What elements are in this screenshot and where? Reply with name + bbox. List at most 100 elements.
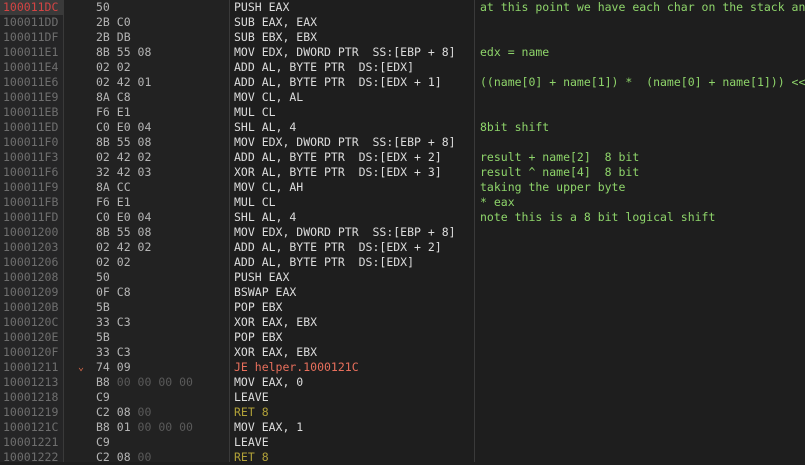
instruction-row[interactable]: 100011EB F6 E1 MUL CL xyxy=(0,105,805,120)
address: 1000120E xyxy=(3,330,59,344)
instruction-row[interactable]: 100011F9 8A CC MOV CL, AH taking the upper … xyxy=(0,180,805,195)
instruction-row[interactable]: 10001209 0F C8 BSWAP EAX xyxy=(0,285,805,300)
address: 100011E1 xyxy=(3,45,59,59)
address: 100011E6 xyxy=(3,75,59,89)
instruction-row[interactable]: 100011E9 8A C8 MOV CL, AL xyxy=(0,90,805,105)
instruction-row[interactable]: 10001200 8B 55 08 MOV EDX, DWORD PTR SS:[E… xyxy=(0,225,805,240)
instruction-row[interactable]: 1000120B 5B POP EBX xyxy=(0,300,805,315)
address: 10001209 xyxy=(3,285,59,299)
instruction-row[interactable]: 100011F3 02 42 02 ADD AL, BYTE PTR DS:[EDX… xyxy=(0,150,805,165)
opcode-bytes: 02 42 01 xyxy=(96,75,151,90)
instruction-text: MOV EAX, 0 xyxy=(234,375,304,389)
opcode-bytes: 02 42 02 xyxy=(96,150,151,165)
opcode-bytes-main: 33 C3 xyxy=(96,345,131,359)
instruction-text: LEAVE xyxy=(234,435,269,449)
instruction-text: MUL CL xyxy=(234,195,276,209)
opcode-bytes: 5B xyxy=(96,330,110,345)
opcode-bytes-main: 50 xyxy=(96,270,110,284)
jump-arrow-icon[interactable]: ⌄ xyxy=(78,360,84,375)
opcode-bytes: 02 02 xyxy=(96,255,131,270)
address: 100011EB xyxy=(3,105,59,119)
opcode-bytes: 8A C8 xyxy=(96,90,131,105)
instruction-row[interactable]: 10001203 02 42 02 ADD AL, BYTE PTR DS:[EDX… xyxy=(0,240,805,255)
opcode-bytes-main: F6 E1 xyxy=(96,195,131,209)
opcode-bytes-main: C0 E0 04 xyxy=(96,120,152,134)
instruction-text: MOV EDX, DWORD PTR SS:[EBP + 8] xyxy=(234,225,456,239)
instruction-row[interactable]: 10001208 50 PUSH EAX xyxy=(0,270,805,285)
address: 100011F0 xyxy=(3,135,59,149)
address: 10001211 xyxy=(3,360,59,374)
instruction-row[interactable]: 100011DF 2B DB SUB EBX, EBX xyxy=(0,30,805,45)
instruction-row[interactable]: 100011DD 2B C0 SUB EAX, EAX xyxy=(0,15,805,30)
opcode-bytes-main: 0F C8 xyxy=(96,285,131,299)
instruction-text: ADD AL, BYTE PTR DS:[EDX] xyxy=(234,255,415,269)
opcode-bytes-immediate: 00 00 00 xyxy=(130,420,193,434)
instruction-text: MOV EDX, DWORD PTR SS:[EBP + 8] xyxy=(234,45,456,59)
instruction-row[interactable]: 10001211 ⌄ 74 09 JE helper.1000121C xyxy=(0,360,805,375)
instruction-row[interactable]: 10001222 C2 08 00 RET 8 xyxy=(0,450,805,465)
instruction-text: SHL AL, 4 xyxy=(234,210,297,224)
instruction-text: XOR EAX, EBX xyxy=(234,345,318,359)
instruction-row[interactable]: 100011ED C0 E0 04 SHL AL, 4 8bit shift xyxy=(0,120,805,135)
instruction-row[interactable]: 10001218 C9 LEAVE xyxy=(0,390,805,405)
opcode-bytes-immediate: 00 00 00 00 xyxy=(109,375,193,389)
opcode-bytes-main: 2B DB xyxy=(96,30,131,44)
comment-text: ((name[0] + name[1]) * (name[0] + name[1… xyxy=(480,75,805,89)
instruction-row[interactable]: 100011FB F6 E1 MUL CL * eax xyxy=(0,195,805,210)
instruction-text: JE helper.1000121C xyxy=(234,360,359,374)
instruction-row[interactable]: 100011E1 8B 55 08 MOV EDX, DWORD PTR SS:[E… xyxy=(0,45,805,60)
opcode-bytes: 74 09 xyxy=(96,360,131,375)
address: 100011ED xyxy=(3,120,59,134)
opcode-bytes-main: 74 09 xyxy=(96,360,131,374)
address: 1000120F xyxy=(3,345,59,359)
address: 10001213 xyxy=(3,375,59,389)
opcode-bytes: C0 E0 04 xyxy=(96,120,151,135)
instruction-row[interactable]: 1000120E 5B POP EBX xyxy=(0,330,805,345)
comment-text: note this is a 8 bit logical shift xyxy=(480,210,716,224)
opcode-bytes: 50 xyxy=(96,270,110,285)
current-address: 100011DC xyxy=(0,0,63,15)
opcode-bytes-main: 02 02 xyxy=(96,60,131,74)
address: 100011DD xyxy=(3,15,59,29)
instruction-row[interactable]: 10001219 C2 08 00 RET 8 xyxy=(0,405,805,420)
opcode-bytes-immediate: 00 xyxy=(130,405,152,419)
comment-text: result ^ name[4] 8 bit xyxy=(480,165,640,179)
instruction-row[interactable]: 100011DC 50 PUSH EAX at this point we have … xyxy=(0,0,805,15)
instruction-text: XOR EAX, EBX xyxy=(234,315,318,329)
instruction-text: SUB EAX, EAX xyxy=(234,15,318,29)
disassembly-view[interactable]: 100011DC 50 PUSH EAX at this point we have … xyxy=(0,0,805,465)
instruction-row[interactable]: 1000120C 33 C3 XOR EAX, EBX xyxy=(0,315,805,330)
instruction-row[interactable]: 10001206 02 02 ADD AL, BYTE PTR DS:[EDX] xyxy=(0,255,805,270)
instruction-text: ADD AL, BYTE PTR DS:[EDX + 2] xyxy=(234,240,442,254)
opcode-bytes-main: 02 42 02 xyxy=(96,150,152,164)
comment-text: at this point we have each char on the s… xyxy=(480,0,805,14)
opcode-bytes-main: 5B xyxy=(96,330,110,344)
instruction-text: ADD AL, BYTE PTR DS:[EDX + 1] xyxy=(234,75,442,89)
instruction-row[interactable]: 1000120F 33 C3 XOR EAX, EBX xyxy=(0,345,805,360)
opcode-bytes: 2B C0 xyxy=(96,15,131,30)
opcode-bytes-main: 02 02 xyxy=(96,255,131,269)
instruction-row[interactable]: 100011E6 02 42 01 ADD AL, BYTE PTR DS:[EDX… xyxy=(0,75,805,90)
opcode-bytes: 0F C8 xyxy=(96,285,131,300)
instruction-row[interactable]: 100011F6 32 42 03 XOR AL, BYTE PTR DS:[EDX… xyxy=(0,165,805,180)
instruction-row[interactable]: 100011FD C0 E0 04 SHL AL, 4 note this is a … xyxy=(0,210,805,225)
instruction-text: PUSH EAX xyxy=(234,0,290,14)
instruction-row[interactable]: 10001221 C9 LEAVE xyxy=(0,435,805,450)
instruction-row[interactable]: 100011E4 02 02 ADD AL, BYTE PTR DS:[EDX] xyxy=(0,60,805,75)
address: 1000120C xyxy=(3,315,59,329)
opcode-bytes-main: C9 xyxy=(96,435,110,449)
opcode-bytes-main: C2 08 xyxy=(96,405,131,419)
opcode-bytes: 8B 55 08 xyxy=(96,45,151,60)
instruction-text: LEAVE xyxy=(234,390,269,404)
instruction-row[interactable]: 1000121C B8 01 00 00 00 MOV EAX, 1 xyxy=(0,420,805,435)
opcode-bytes-main: 8A CC xyxy=(96,180,131,194)
opcode-bytes: 5B xyxy=(96,300,110,315)
opcode-bytes-main: 02 42 02 xyxy=(96,240,152,254)
opcode-bytes: F6 E1 xyxy=(96,105,131,120)
instruction-row[interactable]: 10001213 B8 00 00 00 00 MOV EAX, 0 xyxy=(0,375,805,390)
comment-text: 8bit shift xyxy=(480,120,550,134)
instruction-text: SUB EBX, EBX xyxy=(234,30,318,44)
opcode-bytes-main: F6 E1 xyxy=(96,105,131,119)
opcode-bytes: C2 08 00 xyxy=(96,450,151,465)
instruction-row[interactable]: 100011F0 8B 55 08 MOV EDX, DWORD PTR SS:[E… xyxy=(0,135,805,150)
